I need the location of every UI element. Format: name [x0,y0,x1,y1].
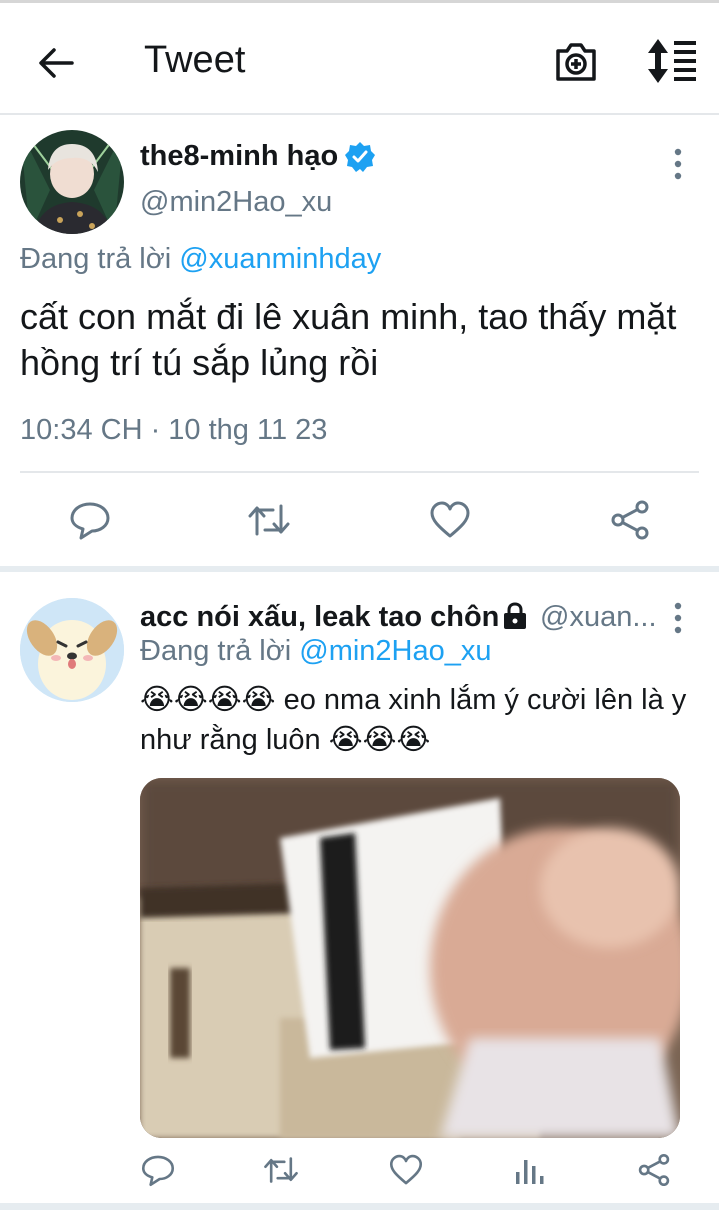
reply-button[interactable] [68,498,112,542]
crying-emoji-group: 😭😭😭😭 [140,684,276,716]
tweet-text: cất con mắt đi lê xuân minh, tao thấy mặ… [20,296,677,383]
display-name[interactable]: acc nói xấu, leak tao chôn [140,601,499,634]
arrow-left-icon [39,48,74,78]
page-title: Tweet [144,39,246,81]
section-separator [0,1203,719,1210]
like-button[interactable] [388,1152,424,1188]
share-icon [611,500,649,540]
retweet-icon [264,1157,298,1183]
lock-icon [500,601,530,631]
replying-to: Đang trả lời @xuanminhday [20,243,381,276]
user-handle[interactable]: @xuan... [540,601,657,634]
sort-button[interactable] [644,37,700,85]
share-button[interactable] [608,498,652,542]
app-header: Tweet [0,3,719,115]
crying-emoji-group: 😭😭😭 [328,724,431,756]
like-icon [389,1154,423,1185]
share-button[interactable] [636,1152,672,1188]
camera-button[interactable] [552,37,600,85]
display-name[interactable]: the8-minh hạo [140,140,338,173]
retweet-button[interactable] [247,498,291,542]
more-vertical-icon [674,602,682,634]
retweet-icon [248,504,290,536]
avatar[interactable] [20,598,124,702]
reply-icon [70,502,110,540]
sort-icon [648,39,696,83]
avatar[interactable] [20,130,124,234]
user-handle[interactable]: @min2Hao_xu [140,186,332,219]
replying-to: Đang trả lời @min2Hao_xu [140,635,492,668]
media-photo [140,778,680,1138]
camera-plus-icon [556,43,596,81]
section-separator [0,566,719,572]
like-icon [430,501,470,538]
replying-to-link[interactable]: @min2Hao_xu [299,635,491,667]
reply-button[interactable] [140,1152,176,1188]
avatar-image [20,130,124,234]
more-options-button[interactable] [668,148,688,180]
more-vertical-icon [674,148,682,180]
avatar-image [20,598,124,702]
verified-badge-icon [344,141,376,173]
tweet-media-image[interactable] [140,778,680,1138]
replying-to-label: Đang trả lời [140,635,292,667]
tweet-timestamp[interactable]: 10:34 CH · 10 thg 11 23 [20,414,327,447]
divider [20,471,699,473]
reply-icon [141,1155,175,1187]
replying-to-link[interactable]: @xuanminhday [179,243,381,275]
retweet-button[interactable] [263,1152,299,1188]
more-options-button[interactable] [668,602,688,634]
replying-to-label: Đang trả lời [20,243,172,275]
tweet-text: 😭😭😭😭 eo nma xinh lắm ý cười lên là y như… [140,680,700,760]
analytics-button[interactable] [512,1152,548,1188]
analytics-icon [516,1160,544,1184]
like-button[interactable] [428,498,472,542]
back-button[interactable] [34,41,78,85]
share-icon [638,1153,670,1187]
